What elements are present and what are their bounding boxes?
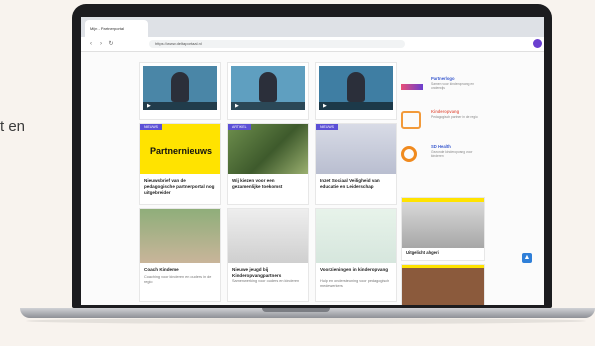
reload-icon[interactable]: ↻ <box>107 40 115 48</box>
card-image <box>228 209 308 263</box>
forward-icon[interactable]: › <box>97 40 105 48</box>
screen: Mijn - Partnerportal ‹ › ↻ https://www.d… <box>81 17 544 305</box>
play-icon[interactable]: ▶ <box>147 103 151 109</box>
card-image <box>228 124 308 174</box>
category-badge: ARTIKEL <box>228 124 251 130</box>
play-icon[interactable]: ▶ <box>323 103 327 109</box>
scroll-top-button[interactable]: ▲ <box>522 253 532 263</box>
partner-name: Partnerlogo <box>431 76 455 81</box>
browser-tab[interactable]: Mijn - Partnerportal <box>85 20 148 37</box>
article-card[interactable]: Coach Kindeme Coaching voor kinderen en … <box>139 208 221 302</box>
video-player[interactable]: ▶ <box>231 66 305 110</box>
card-title[interactable]: Coach Kindeme <box>144 267 216 273</box>
video-card[interactable]: ▶ <box>139 62 221 120</box>
partner-logo-icon <box>401 84 423 90</box>
card-title[interactable]: Voorzieningen in kinderopvang <box>320 267 392 273</box>
news-card[interactable]: ARTIKEL Wij kiezen voor een gezamenlijke… <box>227 123 309 205</box>
feature-card-photo[interactable] <box>401 264 485 305</box>
card-description: Hulp en ondersteuning voor pedagogisch m… <box>320 279 390 288</box>
partner-logo[interactable]: Kinderopvang Pedagogisch partner in de r… <box>401 107 491 133</box>
card-title[interactable]: Wij kiezen voor een gezamenlijke toekoms… <box>232 178 304 190</box>
feature-title[interactable]: Uitgelicht ahgeri <box>406 250 439 256</box>
category-badge: NIEUWS <box>140 124 162 130</box>
article-card[interactable]: Voorzieningen in kinderopvang Hulp en on… <box>315 208 397 302</box>
card-image <box>140 209 220 263</box>
extension-icon[interactable] <box>533 39 542 48</box>
partner-logo-icon <box>401 146 417 162</box>
feature-accent-bar <box>402 265 484 268</box>
card-title[interactable]: Inzet Sociaal Veiligheid van educatie en… <box>320 178 392 190</box>
video-controls[interactable]: ▶ <box>319 102 393 110</box>
play-icon[interactable]: ▶ <box>235 103 239 109</box>
card-title[interactable]: Nieuwsbrief van de pedagogische partnerp… <box>144 178 216 196</box>
video-person <box>171 72 189 102</box>
partner-description: Pedagogisch partner in de regio <box>431 115 478 119</box>
partner-name: Kinderopvang <box>431 109 460 114</box>
partner-description: Gezonde kinderopvang voor kinderen <box>431 150 473 158</box>
video-person <box>259 72 277 102</box>
card-image: Partnernieuws <box>140 124 220 174</box>
url-input[interactable]: https://www.deltaportaal.nl <box>149 40 405 48</box>
back-icon[interactable]: ‹ <box>87 40 95 48</box>
card-description: Samenwerking voor ouders en kinderen <box>232 279 300 283</box>
card-description: Coaching voor kinderen en ouders in de r… <box>144 275 212 284</box>
video-card[interactable]: ▶ <box>315 62 397 120</box>
partner-logo[interactable]: Partnerlogo Samen voor kinderopvang en o… <box>401 74 491 100</box>
card-image <box>316 124 396 174</box>
partner-logo-icon <box>401 111 421 129</box>
news-card[interactable]: NIEUWS Inzet Sociaal Veiligheid van educ… <box>315 123 397 205</box>
feature-portrait <box>402 202 484 248</box>
browser-chrome: Mijn - Partnerportal <box>81 17 544 37</box>
address-bar: ‹ › ↻ https://www.deltaportaal.nl <box>81 37 544 52</box>
partner-logo[interactable]: SD Health Gezonde kinderopvang voor kind… <box>401 142 491 168</box>
video-player[interactable]: ▶ <box>143 66 217 110</box>
video-controls[interactable]: ▶ <box>231 102 305 110</box>
banner-text: Partnernieuws <box>150 146 213 156</box>
video-person <box>347 72 365 102</box>
news-card[interactable]: Partnernieuws NIEUWS Nieuwsbrief van de … <box>139 123 221 205</box>
feature-card[interactable]: Uitgelicht ahgeri <box>401 197 485 261</box>
article-card[interactable]: Nieuwe jeugd bij Kinderopvangpartners Sa… <box>227 208 309 302</box>
laptop-shadow <box>26 318 586 324</box>
page-content: ▶ ▶ ▶ Partnernieuws NIEUWS Nieuwsbrief v… <box>81 52 544 305</box>
video-card[interactable]: ▶ <box>227 62 309 120</box>
sidebar: Partnerlogo Samen voor kinderopvang en o… <box>399 52 544 305</box>
card-image <box>316 209 396 263</box>
side-caption-text: t en <box>0 118 26 135</box>
video-controls[interactable]: ▶ <box>143 102 217 110</box>
video-player[interactable]: ▶ <box>319 66 393 110</box>
partner-description: Samen voor kinderopvang en onderwijs <box>431 82 475 90</box>
category-badge: NIEUWS <box>316 124 338 130</box>
partner-name: SD Health <box>431 144 451 149</box>
laptop-notch <box>262 308 330 312</box>
card-title[interactable]: Nieuwe jeugd bij Kinderopvangpartners <box>232 267 304 279</box>
